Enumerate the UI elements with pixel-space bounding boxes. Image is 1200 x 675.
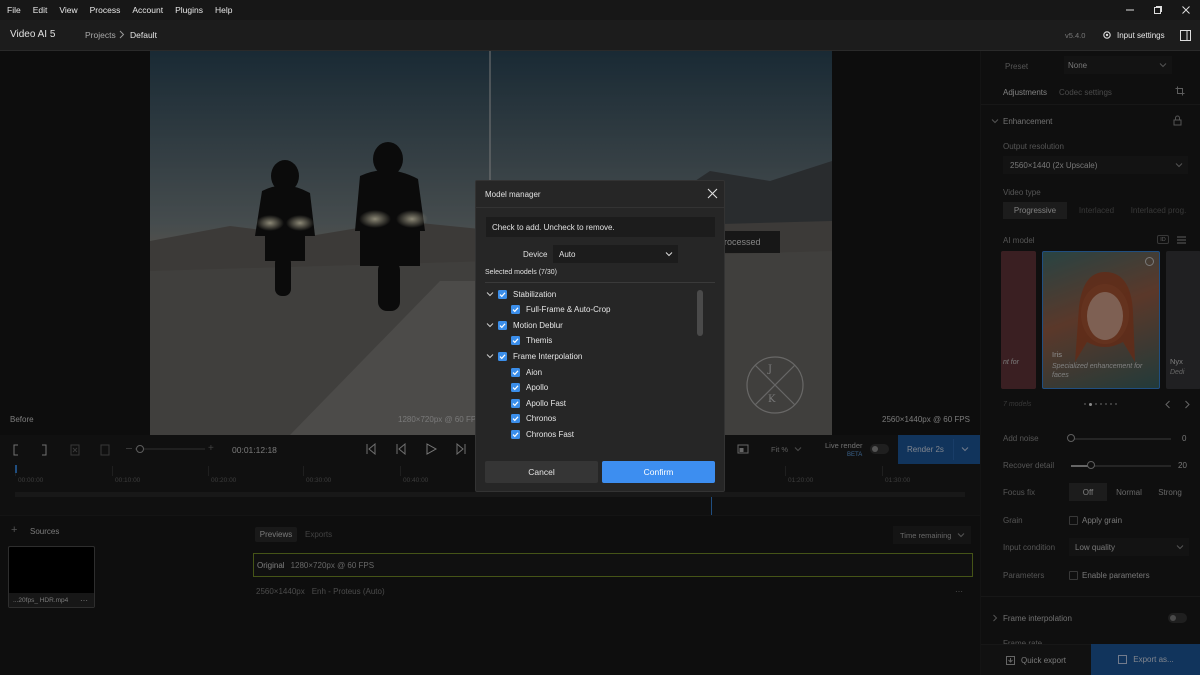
menu-item[interactable]: File [1,0,27,20]
tree-row-label: Themis [526,336,553,346]
tree-model-row[interactable]: Full-Frame & Auto-Crop [511,303,610,317]
model-checkbox[interactable] [511,398,520,408]
tree-model-row[interactable]: Apollo [511,381,548,395]
app-header: Video AI 5 Projects Default v5.4.0 Input… [0,20,1200,51]
tree-row-label: Frame Interpolation [513,351,583,361]
tree-row-label: Motion Deblur [513,320,563,330]
tree-group-row[interactable]: Stabilization [486,287,556,301]
model-checkbox[interactable] [498,351,507,361]
device-label: Device [523,250,548,259]
gear-icon[interactable] [1102,30,1112,40]
panel-toggle-icon[interactable] [1180,30,1191,41]
close-icon[interactable] [707,188,718,199]
chevron-down-icon[interactable] [486,321,494,329]
selected-models-count: Selected models (7/30) [485,269,557,276]
tree-row-label: Apollo Fast [526,398,567,408]
dialog-hint-box: Check to add. Uncheck to remove. [486,217,715,237]
confirm-button[interactable]: Confirm [602,461,715,483]
tree-row-label: Full-Frame & Auto-Crop [526,305,611,315]
chevron-down-icon[interactable] [486,352,494,360]
model-checkbox[interactable] [511,367,520,377]
breadcrumb-current: Default [130,30,157,40]
dialog-hint: Check to add. Uncheck to remove. [492,222,615,232]
model-checkbox[interactable] [498,289,507,299]
tree-model-row[interactable]: Themis [511,334,552,348]
tree-model-row[interactable]: Chronos Fast [511,427,574,441]
model-checkbox[interactable] [511,429,520,439]
menu-item[interactable]: Edit [27,0,54,20]
model-checkbox[interactable] [511,383,520,393]
model-checkbox[interactable] [498,320,507,330]
menu-item[interactable]: Account [126,0,169,20]
tree-row-label: Chronos [526,414,557,424]
cancel-button[interactable]: Cancel [485,461,598,483]
chevron-right-icon [118,30,126,39]
menu-item[interactable]: Plugins [169,0,209,20]
model-manager-dialog: Model manager Check to add. Uncheck to r… [475,180,725,492]
tree-group-row[interactable]: Frame Interpolation [486,349,582,363]
tree-scrollbar[interactable] [697,290,703,336]
minimize-icon[interactable] [1116,0,1144,20]
menu-bar: File Edit View Process Account Plugins Help [0,0,1200,20]
menu-item[interactable]: Help [209,0,238,20]
app-title: Video AI 5 [10,29,56,40]
close-window-icon[interactable] [1172,0,1200,20]
menu-items: File Edit View Process Account Plugins Help [1,0,238,20]
model-checkbox[interactable] [511,305,520,315]
input-settings-button[interactable]: Input settings [1117,31,1165,40]
model-checkbox[interactable] [511,414,520,424]
tree-group-row[interactable]: Motion Deblur [486,318,563,332]
menu-item[interactable]: View [53,0,83,20]
chevron-down-icon[interactable] [486,290,494,298]
dialog-title: Model manager [485,190,541,199]
version-label: v5.4.0 [1065,31,1086,40]
device-value: Auto [559,249,576,259]
tree-model-row[interactable]: Aion [511,365,542,379]
model-tree: Stabilization Full-Frame & Auto-Crop Motio… [476,287,696,445]
model-checkbox[interactable] [511,336,520,346]
device-select[interactable]: Auto [553,245,678,263]
menu-item[interactable]: Process [84,0,127,20]
chevron-down-icon [665,250,673,258]
tree-model-row[interactable]: Apollo Fast [511,396,566,410]
tree-row-label: Aion [526,367,543,377]
tree-row-label: Stabilization [513,289,557,299]
tree-row-label: Chronos Fast [526,429,575,439]
restore-icon[interactable] [1144,0,1172,20]
tree-row-label: Apollo [526,383,549,393]
breadcrumb-projects[interactable]: Projects [85,30,116,40]
tree-model-row[interactable]: Chronos [511,412,556,426]
